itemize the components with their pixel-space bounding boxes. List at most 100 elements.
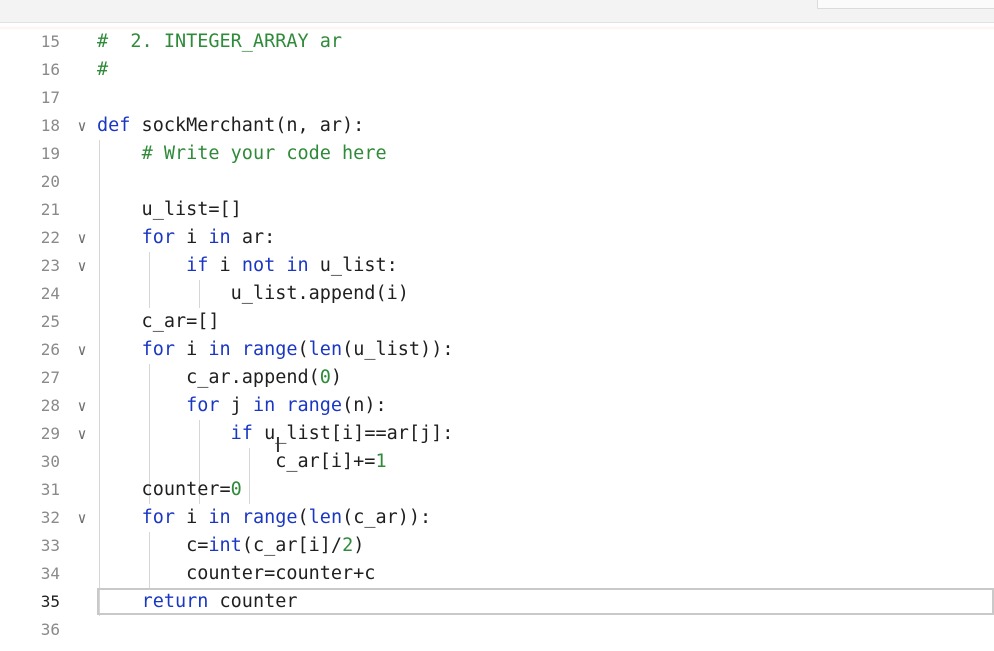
code-token: (: [297, 507, 309, 528]
line-number: 26: [40, 340, 60, 359]
code-token: c_ar.append(: [97, 367, 320, 388]
code-line[interactable]: 24 u_list.append(i): [0, 280, 994, 308]
number-token: 2: [342, 535, 354, 556]
code-text[interactable]: #: [97, 56, 108, 84]
line-number: 33: [40, 536, 60, 555]
code-line[interactable]: 35 return counter: [0, 588, 994, 616]
code-token: u_list=[]: [97, 199, 242, 220]
code-line[interactable]: 22 ∨ for i in ar:: [0, 224, 994, 252]
code-token: counter=counter+c: [97, 563, 376, 584]
code-line[interactable]: 32 ∨ for i in range(len(c_ar)):: [0, 504, 994, 532]
code-text[interactable]: c_ar[i]+=1: [97, 448, 387, 476]
code-line[interactable]: 31 counter=0: [0, 476, 994, 504]
code-text[interactable]: c=int(c_ar[i]/2): [97, 532, 364, 560]
code-token: (: [297, 339, 309, 360]
code-line[interactable]: 20: [0, 168, 994, 196]
code-line[interactable]: 16 #: [0, 56, 994, 84]
code-text[interactable]: for i in ar:: [97, 224, 276, 252]
line-number: 16: [40, 60, 60, 79]
code-token: c=: [97, 535, 209, 556]
code-text[interactable]: def sockMerchant(n, ar):: [97, 112, 364, 140]
code-token: ar:: [230, 227, 276, 248]
code-token: u_list.append(i): [97, 283, 409, 304]
code-text[interactable]: u_list=[]: [97, 196, 242, 224]
code-line[interactable]: 15 # 2. INTEGER_ARRAY ar: [0, 28, 994, 56]
line-number: 32: [40, 508, 60, 527]
line-number: 18: [40, 116, 60, 135]
code-text[interactable]: counter=0: [97, 476, 242, 504]
line-number: 36: [40, 620, 60, 639]
code-line[interactable]: 25 c_ar=[]: [0, 308, 994, 336]
code-line[interactable]: 29 ∨ if u_list[i]==ar[j]:: [0, 420, 994, 448]
code-text[interactable]: counter=counter+c: [97, 560, 375, 588]
code-text[interactable]: for j in range(n):: [97, 392, 387, 420]
code-text[interactable]: if i not in u_list:: [97, 252, 398, 280]
code-text[interactable]: u_list.append(i): [97, 280, 409, 308]
number-token: 0: [230, 479, 242, 500]
code-line[interactable]: 34 counter=counter+c: [0, 560, 994, 588]
keyword-token: in: [208, 507, 231, 528]
chevron-down-icon[interactable]: ∨: [73, 392, 91, 420]
code-text[interactable]: return counter: [97, 588, 298, 616]
code-line[interactable]: 19 # Write your code here: [0, 140, 994, 168]
code-token: u_list:: [308, 255, 398, 276]
line-number: 25: [40, 312, 60, 331]
code-token: c_ar=[]: [97, 311, 220, 332]
code-line[interactable]: 33 c=int(c_ar[i]/2): [0, 532, 994, 560]
chevron-down-icon[interactable]: ∨: [73, 420, 91, 448]
line-number: 31: [40, 480, 60, 499]
code-line[interactable]: 27 c_ar.append(0): [0, 364, 994, 392]
chevron-down-icon[interactable]: ∨: [73, 112, 91, 140]
code-token: counter=: [97, 479, 231, 500]
line-number: 27: [40, 368, 60, 387]
keyword-token: not: [241, 255, 276, 276]
code-token: counter: [208, 591, 298, 612]
code-line[interactable]: 26 ∨ for i in range(len(u_list)):: [0, 336, 994, 364]
code-line[interactable]: 36: [0, 616, 994, 644]
editor-tab[interactable]: [817, 0, 994, 9]
code-text[interactable]: c_ar=[]: [97, 308, 220, 336]
code-text[interactable]: for i in range(len(c_ar)):: [97, 504, 432, 532]
keyword-token: len: [308, 339, 343, 360]
line-number: 15: [40, 32, 60, 51]
keyword-token: int: [208, 535, 242, 556]
number-token: 1: [375, 451, 387, 472]
number-token: 0: [319, 367, 331, 388]
code-line[interactable]: 17: [0, 84, 994, 112]
chevron-down-icon[interactable]: ∨: [73, 504, 91, 532]
code-token: (u_list)):: [342, 339, 454, 360]
comment-token: # 2. INTEGER_ARRAY ar: [97, 31, 343, 52]
code-line[interactable]: 21 u_list=[]: [0, 196, 994, 224]
line-number: 20: [40, 172, 60, 191]
text-cursor-icon: I: [275, 433, 281, 457]
line-number: 35: [40, 592, 60, 611]
code-line[interactable]: 18 ∨ def sockMerchant(n, ar):: [0, 112, 994, 140]
code-token: (c_ar[i]/: [241, 535, 343, 556]
keyword-token: range: [241, 507, 298, 528]
line-number: 21: [40, 200, 60, 219]
line-number: 30: [40, 452, 60, 471]
code-line[interactable]: 23 ∨ if i not in u_list:: [0, 252, 994, 280]
chevron-down-icon[interactable]: ∨: [73, 336, 91, 364]
code-token: j: [219, 395, 253, 416]
keyword-token: in: [208, 227, 231, 248]
code-text[interactable]: # Write your code here: [97, 140, 387, 168]
chevron-down-icon[interactable]: ∨: [73, 224, 91, 252]
code-token: ): [330, 367, 343, 388]
code-token: ): [353, 535, 365, 556]
code-text[interactable]: # 2. INTEGER_ARRAY ar: [97, 28, 342, 56]
keyword-token: for: [186, 395, 220, 416]
code-text[interactable]: for i in range(len(u_list)):: [97, 336, 454, 364]
line-number: 34: [40, 564, 60, 583]
code-line[interactable]: 30 c_ar[i]+=1: [0, 448, 994, 476]
code-text[interactable]: c_ar.append(0): [97, 364, 342, 392]
code-line[interactable]: 28 ∨ for j in range(n):: [0, 392, 994, 420]
keyword-token: range: [241, 339, 298, 360]
chevron-down-icon[interactable]: ∨: [73, 252, 91, 280]
code-editor[interactable]: 15 # 2. INTEGER_ARRAY ar 16 #17 18 ∨ def sockM…: [0, 27, 994, 651]
